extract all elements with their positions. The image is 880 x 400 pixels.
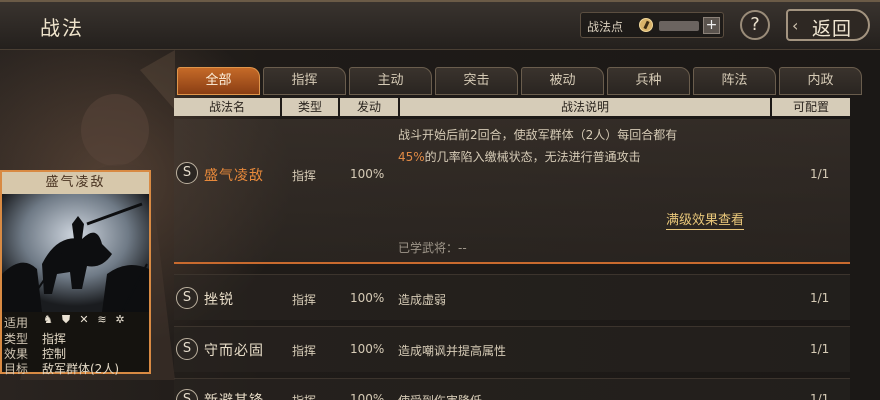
full-effect-link[interactable]: 满级效果查看: [666, 209, 745, 230]
card-effect-row: 效果 控制: [4, 345, 66, 361]
learned-generals: 已学武将：--: [398, 239, 467, 256]
skill-list-screen: 战法 战法点 + ? ‹ 返回 全部 指挥 主动 突击 被动 兵种 阵法 内政 …: [0, 0, 880, 400]
skill-points-value: [659, 21, 699, 31]
tab-command[interactable]: 指挥: [263, 67, 346, 95]
skill-config: 1/1: [810, 291, 830, 305]
skill-rate: 100%: [350, 167, 385, 181]
header-config: 可配置: [772, 98, 850, 116]
skill-name: 盛气凌敌: [204, 168, 264, 184]
tab-assault[interactable]: 突击: [435, 67, 518, 95]
skill-description: 使受到伤害降低: [398, 392, 482, 400]
skill-table-header: 战法名 类型 发动 战法说明 可配置: [174, 98, 850, 116]
skill-description-line-1: 战斗开始后前2回合，使敌军群体（2人）每回合都有: [398, 128, 678, 142]
skill-description: 造成嘲讽并提高属性: [398, 344, 507, 358]
spear-icon: ≋: [97, 313, 107, 326]
tab-internal[interactable]: 内政: [779, 67, 862, 95]
skill-card: 盛气凌敌 适用 ♞ ⛊ ✕ ≋ ✲ 类型 指挥 效果 控制 目标 敌军群体(2人…: [0, 170, 151, 376]
skill-description: 造成虚弱: [398, 293, 447, 307]
skill-name: 新避其锋: [204, 390, 264, 400]
troop-icons: ♞ ⛊ ✕ ≋ ✲: [42, 314, 126, 326]
skill-config: 1/1: [810, 392, 830, 400]
target-label: 目标: [4, 362, 29, 376]
rank-badge: S: [176, 162, 198, 184]
bow-icon: ✕: [79, 313, 89, 326]
card-target-row: 目标 敌军群体(2人): [4, 360, 119, 376]
learned-value: --: [458, 241, 467, 255]
skill-row[interactable]: S 挫锐 指挥 100% 造成虚弱 1/1: [174, 274, 850, 320]
add-points-button[interactable]: +: [703, 17, 720, 34]
card-use-row: 适用 ♞ ⛊ ✕ ≋ ✲: [4, 314, 125, 331]
skill-name: 挫锐: [204, 292, 234, 308]
header-rate: 发动: [340, 98, 398, 116]
skill-rate: 100%: [350, 291, 385, 305]
rank-badge: S: [176, 338, 198, 360]
tab-all[interactable]: 全部: [177, 67, 260, 95]
skill-row[interactable]: S 新避其锋 指挥 100% 使受到伤害降低 1/1: [174, 378, 850, 400]
description-rest: 的几率陷入缴械状态，无法进行普通攻击: [424, 150, 641, 164]
rank-badge: S: [176, 389, 198, 400]
skill-type: 指挥: [292, 293, 317, 307]
tab-troop[interactable]: 兵种: [607, 67, 690, 95]
skill-config: 1/1: [810, 167, 830, 181]
learned-label: 已学武将：: [398, 241, 459, 255]
skill-type: 指挥: [292, 392, 316, 400]
skill-rate: 100%: [350, 392, 385, 400]
back-button[interactable]: ‹ 返回: [786, 9, 870, 41]
target-value: 敌军群体(2人): [42, 362, 119, 376]
header-name: 战法名: [174, 98, 280, 116]
skill-row-selected[interactable]: S 盛气凌敌 指挥 100% 战斗开始后前2回合，使敌军群体（2人）每回合都有 …: [174, 119, 850, 264]
skill-description-line-2: 45%的几率陷入缴械状态，无法进行普通攻击: [398, 148, 641, 165]
skill-rate: 100%: [350, 342, 385, 356]
card-battle-art: [2, 194, 149, 312]
header-type: 类型: [282, 98, 338, 116]
header-description: 战法说明: [400, 98, 770, 116]
skill-config: 1/1: [810, 342, 830, 356]
type-label: 类型: [4, 332, 29, 346]
skill-points-box: 战法点 +: [580, 12, 724, 38]
back-arrow-icon: ‹: [792, 16, 799, 35]
card-title: 盛气凌敌: [2, 172, 149, 194]
skill-type: 指挥: [292, 344, 317, 358]
tab-active[interactable]: 主动: [349, 67, 432, 95]
skill-points-label: 战法点: [587, 20, 624, 34]
card-type-row: 类型 指挥: [4, 330, 66, 346]
tab-formation[interactable]: 阵法: [693, 67, 776, 95]
skill-row[interactable]: S 守而必固 指挥 100% 造成嘲讽并提高属性 1/1: [174, 326, 850, 372]
back-button-label: 返回: [812, 18, 853, 40]
skill-category-tabs: 全部 指挥 主动 突击 被动 兵种 阵法 内政: [177, 67, 877, 97]
effect-label: 效果: [4, 347, 29, 361]
shield-icon: ⛊: [61, 313, 71, 326]
cavalry-icon: ♞: [43, 313, 53, 326]
siege-icon: ✲: [115, 313, 125, 326]
page-title: 战法: [40, 16, 84, 40]
tab-passive[interactable]: 被动: [521, 67, 604, 95]
trigger-percent: 45%: [398, 150, 425, 164]
skill-type: 指挥: [292, 169, 317, 183]
skill-name: 守而必固: [204, 343, 264, 359]
rank-badge: S: [176, 287, 198, 309]
skill-points-icon: [639, 18, 653, 32]
top-bar: 战法 战法点 + ? ‹ 返回: [0, 0, 880, 50]
help-button[interactable]: ?: [740, 10, 770, 40]
use-label: 适用: [4, 316, 29, 330]
